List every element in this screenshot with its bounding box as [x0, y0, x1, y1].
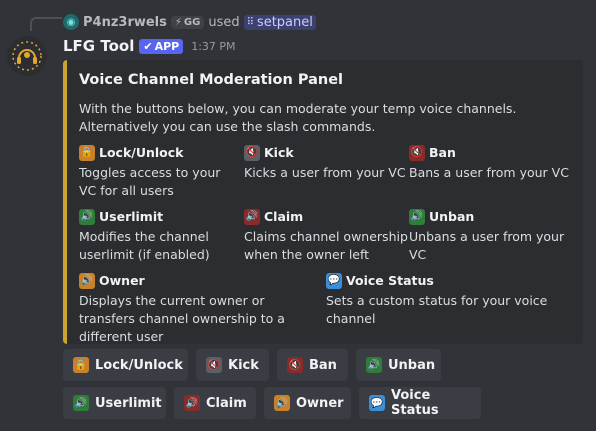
field-name: Lock/Unlock: [99, 145, 184, 160]
button-label: Owner: [296, 395, 344, 411]
kick-speaker-icon: 🔇: [244, 145, 260, 161]
button-label: Ban: [309, 357, 337, 373]
button-label: Kick: [228, 357, 259, 373]
lock-unlock-button[interactable]: 🔒 Lock/Unlock: [63, 349, 188, 381]
field-value: Toggles access to your VC for all users: [79, 165, 221, 198]
field-claim: 🔊 Claim Claims channel ownership when the…: [244, 208, 414, 264]
bot-avatar[interactable]: [7, 36, 47, 76]
ban-speaker-icon: 🔇: [287, 357, 303, 373]
field-owner: 🔊 Owner Displays the current owner or tra…: [79, 272, 324, 346]
speech-bubble-icon: 💬: [369, 395, 385, 411]
owner-button[interactable]: 🔊 Owner: [264, 387, 351, 419]
owner-speaker-icon: 🔊: [274, 395, 290, 411]
field-voice-status: 💬 Voice Status Sets a custom status for y…: [326, 272, 556, 328]
field-lock-unlock: 🔒 Lock/Unlock Toggles access to your VC f…: [79, 144, 249, 200]
userlimit-button[interactable]: 🔊 Userlimit: [63, 387, 166, 419]
embed-description: With the buttons below, you can moderate…: [79, 100, 571, 136]
field-value: Sets a custom status for your voice chan…: [326, 293, 548, 326]
field-value: Bans a user from your VC: [409, 165, 569, 180]
field-name: Voice Status: [346, 273, 434, 288]
server-tag[interactable]: ⚡ GG: [170, 15, 205, 29]
command-icon: ⠿: [246, 16, 254, 28]
button-label: Userlimit: [95, 395, 162, 411]
field-value: Claims channel ownership when the owner …: [244, 229, 408, 262]
ban-button[interactable]: 🔇 Ban: [277, 349, 348, 381]
embed-panel: Voice Channel Moderation Panel With the …: [63, 60, 583, 344]
unban-speaker-icon: 🔊: [409, 209, 425, 225]
kick-speaker-icon: 🔇: [206, 357, 222, 373]
lightning-icon: ⚡: [174, 16, 182, 28]
field-name: Unban: [429, 209, 475, 224]
button-label: Unban: [388, 357, 436, 373]
button-label: Claim: [206, 395, 247, 411]
button-label: Voice Status: [391, 388, 439, 418]
speech-bubble-icon: 💬: [326, 273, 342, 289]
kick-button[interactable]: 🔇 Kick: [196, 349, 269, 381]
field-name: Kick: [264, 145, 294, 160]
button-label: Lock/Unlock: [95, 357, 183, 373]
field-name: Claim: [264, 209, 304, 224]
userlimit-speaker-icon: 🔊: [79, 209, 95, 225]
description-line: Alternatively you can use the slash comm…: [79, 119, 376, 134]
headset-logo-icon: [12, 41, 42, 71]
message-header: LFG Tool ✔ APP 1:37 PM: [63, 37, 236, 55]
claim-speaker-icon: 🔊: [244, 209, 260, 225]
claim-button[interactable]: 🔊 Claim: [174, 387, 256, 419]
field-value: Displays the current owner or transfers …: [79, 293, 285, 344]
unban-speaker-icon: 🔊: [366, 357, 382, 373]
app-badge-label: APP: [154, 39, 180, 53]
reply-reference[interactable]: ◉ P4nz3rwels ⚡ GG used ⠿ setpanel: [63, 12, 316, 32]
claim-speaker-icon: 🔊: [184, 395, 200, 411]
field-name: Userlimit: [99, 209, 164, 224]
field-name: Ban: [429, 145, 456, 160]
bot-name[interactable]: LFG Tool: [63, 37, 134, 55]
voice-status-button[interactable]: 💬 Voice Status: [359, 387, 481, 419]
unban-button[interactable]: 🔊 Unban: [356, 349, 441, 381]
field-userlimit: 🔊 Userlimit Modifies the channel userlimi…: [79, 208, 249, 264]
field-ban: 🔇 Ban Bans a user from your VC: [409, 144, 579, 182]
description-line: With the buttons below, you can moderate…: [79, 101, 517, 116]
lock-icon: 🔒: [79, 145, 95, 161]
owner-speaker-icon: 🔊: [79, 273, 95, 289]
used-text: used: [208, 14, 240, 30]
reply-connector: [30, 17, 62, 31]
user-avatar[interactable]: ◉: [63, 14, 79, 30]
server-tag-label: GG: [183, 16, 201, 28]
message-timestamp[interactable]: 1:37 PM: [191, 40, 235, 53]
userlimit-speaker-icon: 🔊: [73, 395, 89, 411]
embed-title: Voice Channel Moderation Panel: [79, 72, 344, 88]
field-value: Kicks a user from your VC: [244, 165, 406, 180]
reply-username[interactable]: P4nz3rwels: [83, 15, 167, 30]
command-label: setpanel: [256, 14, 313, 30]
app-badge: ✔ APP: [139, 38, 184, 54]
field-name: Owner: [99, 273, 145, 288]
field-value: Unbans a user from your VC: [409, 229, 565, 262]
checkmark-icon: ✔: [143, 39, 153, 53]
lock-icon: 🔒: [73, 357, 89, 373]
command-mention[interactable]: ⠿ setpanel: [243, 14, 316, 30]
field-unban: 🔊 Unban Unbans a user from your VC: [409, 208, 579, 264]
field-kick: 🔇 Kick Kicks a user from your VC: [244, 144, 414, 182]
ban-speaker-icon: 🔇: [409, 145, 425, 161]
field-value: Modifies the channel userlimit (if enabl…: [79, 229, 210, 262]
